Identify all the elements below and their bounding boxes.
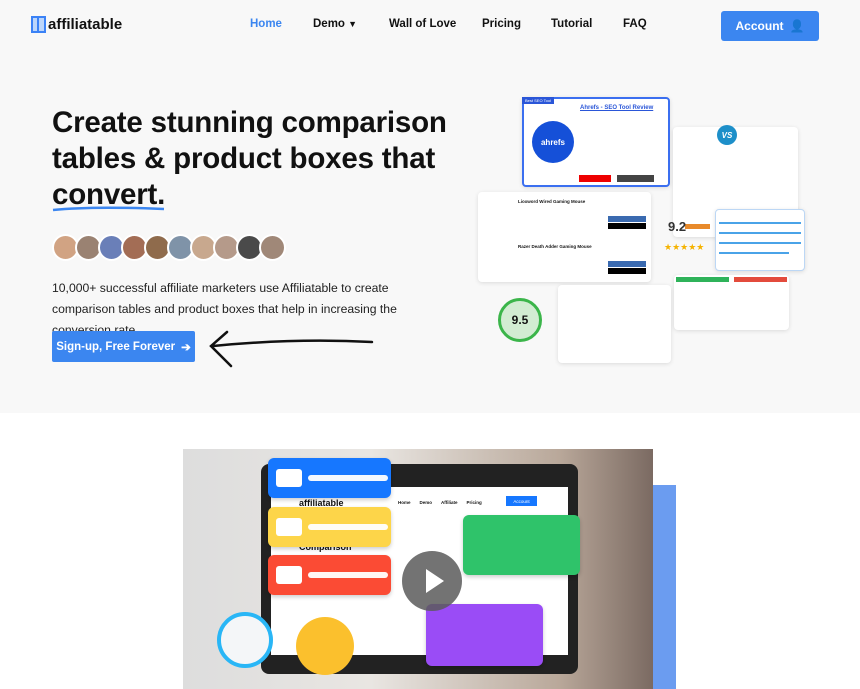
logo[interactable]: affiliatable: [31, 16, 122, 33]
video-nav: Home Demo Affiliate Pricing: [398, 500, 482, 505]
caret-down-icon: ▼: [348, 19, 358, 29]
avatar-illustration: [296, 617, 354, 675]
nav-home[interactable]: Home: [250, 18, 282, 30]
video-thumbnail[interactable]: affiliatable Home Demo Affiliate Pricing Ac…: [183, 449, 653, 689]
review-title: Ahrefs - SEO Tool Review: [580, 105, 654, 111]
logo-icon: [31, 16, 46, 33]
customer-avatars: [52, 234, 286, 261]
signup-button[interactable]: Sign-up, Free Forever ➔: [52, 331, 195, 362]
dress-product-graphic: [463, 515, 580, 575]
video-account: Account: [506, 496, 537, 506]
decorative-blue-bar: [653, 485, 676, 689]
red-box-graphic: [268, 555, 391, 595]
brand-name: affiliatable: [48, 16, 123, 33]
video-nav-item: Demo: [419, 500, 433, 505]
pros-cons: [674, 275, 789, 330]
nav-wall-of-love[interactable]: Wall of Love: [389, 18, 456, 30]
product-name: Razer Death Adder Gaming Mouse: [518, 244, 592, 249]
signup-label: Sign-up, Free Forever: [56, 340, 176, 353]
account-label: Account: [735, 19, 784, 33]
arrow-circle-icon: ➔: [181, 341, 191, 354]
star-rating: ★★★★★: [664, 242, 705, 252]
underline-decoration: [52, 206, 165, 212]
video-nav-item: Affiliate: [441, 500, 458, 505]
vs-badge: VS: [717, 125, 737, 145]
shirt-product-graphic: [426, 604, 543, 666]
title-line: Create stunning comparison: [52, 106, 447, 139]
watch-comparison: [558, 285, 671, 363]
nav-demo-label: Demo: [313, 18, 345, 30]
avatar: [259, 234, 286, 261]
product-name: Lioxword Wired Gaming Mouse: [518, 199, 586, 204]
nav-tutorial[interactable]: Tutorial: [551, 18, 592, 30]
video-nav-item: Pricing: [466, 500, 482, 505]
rating-bars: [715, 209, 805, 271]
blue-box-graphic: [268, 458, 391, 498]
clock-icon: [217, 612, 273, 668]
score-ring: 9.5: [498, 298, 542, 342]
ahrefs-logo: ahrefs: [532, 121, 574, 163]
play-button[interactable]: [402, 551, 462, 611]
score-value: 9.2: [668, 219, 687, 234]
review-box: Best SEO Tool ahrefs Ahrefs - SEO Tool R…: [522, 97, 670, 187]
hand-drawn-arrow: [209, 330, 374, 368]
review-badge: Best SEO Tool: [522, 97, 554, 104]
yellow-box-graphic: [268, 507, 391, 547]
nav-faq[interactable]: FAQ: [623, 18, 647, 30]
nav-pricing[interactable]: Pricing: [482, 18, 521, 30]
video-nav-item: Home: [398, 500, 411, 505]
product-list: Lioxword Wired Gaming Mouse Razer Death …: [478, 192, 651, 282]
account-button[interactable]: Account 👤: [721, 11, 819, 41]
nav-demo[interactable]: Demo ▼: [313, 18, 357, 30]
product-collage-image: Best SEO Tool ahrefs Ahrefs - SEO Tool R…: [478, 92, 813, 372]
title-line: tables & product boxes that: [52, 142, 436, 175]
user-icon: 👤: [789, 19, 805, 33]
hero-title: Create stunning comparison tables & produ…: [52, 105, 472, 213]
